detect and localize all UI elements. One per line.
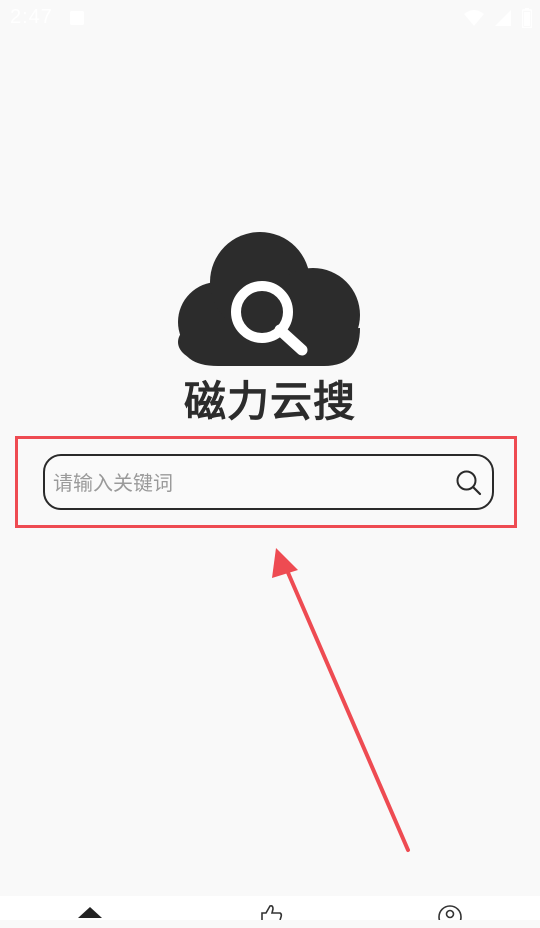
signal-icon	[495, 10, 511, 26]
status-time: 2:47	[10, 6, 53, 28]
app-title: 磁力云搜	[183, 377, 356, 426]
wifi-icon	[464, 10, 484, 26]
search-icon	[456, 470, 482, 496]
search-input[interactable]	[51, 464, 435, 502]
app-logo	[178, 232, 362, 368]
search-button[interactable]	[454, 468, 484, 498]
nav-item-recommend[interactable]	[254, 904, 294, 928]
cloud-search-icon	[178, 232, 360, 366]
nav-item-profile[interactable]	[436, 904, 476, 928]
status-icons	[464, 7, 532, 29]
nav-item-home[interactable]	[72, 904, 112, 928]
status-bar: 2:47	[0, 0, 540, 36]
profile-icon	[438, 905, 462, 928]
search-box	[43, 454, 494, 510]
thumbs-up-icon	[261, 905, 283, 921]
notification-icon	[70, 11, 84, 25]
home-icon	[78, 907, 102, 918]
battery-icon	[522, 8, 532, 28]
bottom-nav	[0, 896, 540, 928]
